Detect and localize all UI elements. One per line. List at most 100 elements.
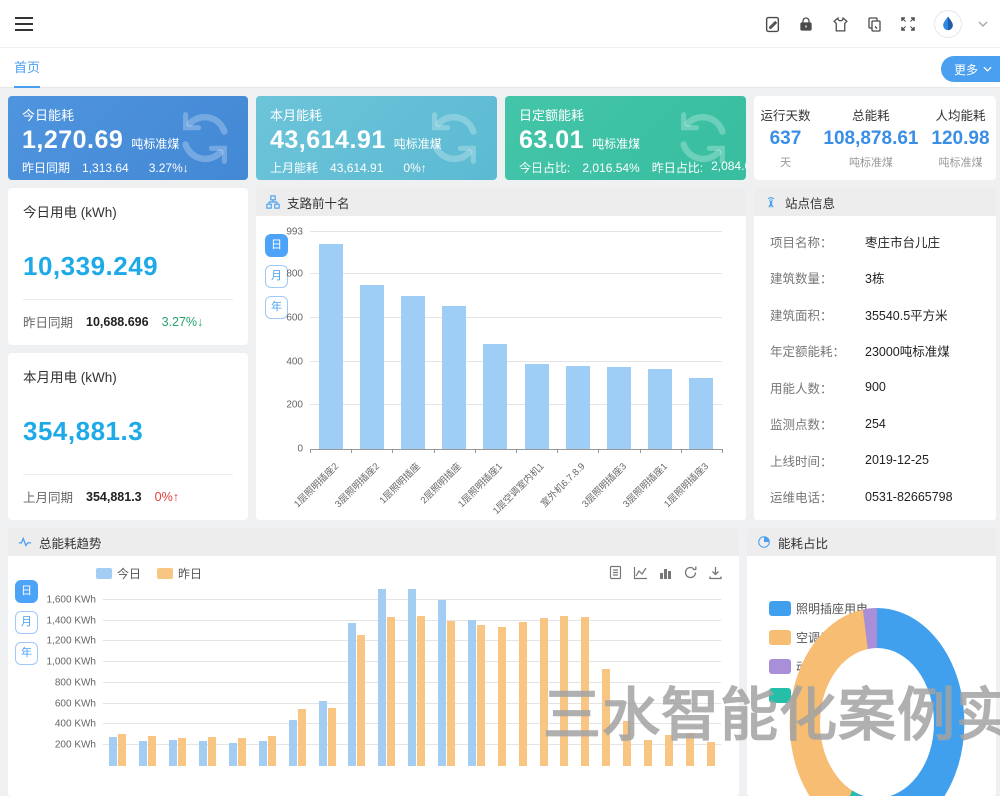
hour-group <box>289 579 306 766</box>
branch-bar[interactable] <box>319 244 343 449</box>
line-chart-icon[interactable] <box>633 565 648 580</box>
hour-group <box>540 579 548 766</box>
hour-group <box>378 579 395 766</box>
hour-group <box>623 579 631 766</box>
branch-bar[interactable] <box>360 285 384 449</box>
hour-group <box>686 579 694 766</box>
trend-bar-today[interactable] <box>229 743 237 766</box>
trend-bar-yesterday[interactable] <box>328 708 336 766</box>
kpi-card-month-energy: 本月能耗 43,614.91 吨标准煤 上月能耗 43,614.91 0%↑ <box>256 96 497 180</box>
pulse-icon <box>18 535 32 549</box>
trend-bar-today[interactable] <box>408 589 416 766</box>
trend-bar-today[interactable] <box>199 741 207 766</box>
site-info-row: 建筑面积：35540.5平方米 <box>770 296 980 333</box>
tab-home[interactable]: 首页 <box>14 48 40 88</box>
period-button-日[interactable]: 日 <box>15 580 38 603</box>
branch-bar[interactable] <box>483 344 507 449</box>
kpi-value: 63.01 <box>519 126 584 155</box>
trend-bar-yesterday[interactable] <box>665 735 673 766</box>
trend-bar-yesterday[interactable] <box>208 737 216 766</box>
period-button-年[interactable]: 年 <box>15 642 38 665</box>
note-edit-icon[interactable] <box>764 15 782 33</box>
y-tick-label: 800 KWh <box>55 677 96 688</box>
y-tick-label: 600 KWh <box>55 698 96 709</box>
trend-bar-yesterday[interactable] <box>357 635 365 766</box>
y-tick-label: 600 <box>286 312 303 323</box>
water-drop-logo[interactable] <box>934 10 962 38</box>
menu-toggle-icon[interactable] <box>14 15 34 33</box>
axis-tick <box>722 449 723 453</box>
trend-bar-yesterday[interactable] <box>447 621 455 766</box>
period-button-年[interactable]: 年 <box>265 296 288 319</box>
trend-bar-yesterday[interactable] <box>644 740 652 766</box>
period-button-月[interactable]: 月 <box>265 265 288 288</box>
panel-title: 站点信息 <box>785 193 835 212</box>
trend-bar-today[interactable] <box>438 600 446 766</box>
trend-bar-yesterday[interactable] <box>417 616 425 766</box>
branch-bar-chart: 0200400600800993 <box>310 232 722 450</box>
hour-group <box>109 579 126 766</box>
compare-label: 上月同期 <box>23 487 73 506</box>
trend-bar-today[interactable] <box>139 741 147 766</box>
trend-bar-yesterday[interactable] <box>581 617 589 766</box>
trend-bar-yesterday[interactable] <box>498 627 506 766</box>
kpi-value: 1,270.69 <box>22 126 123 155</box>
site-info-panel: 站点信息 项目名称：枣庄市台儿庄建筑数量：3栋建筑面积：35540.5平方米年定… <box>754 188 996 520</box>
trend-bar-yesterday[interactable] <box>387 617 395 766</box>
branch-bar[interactable] <box>648 369 672 449</box>
trend-bar-yesterday[interactable] <box>623 721 631 766</box>
energy-share-panel: 能耗占比 照明插座用电空调用电动力用电特殊用电 <box>747 528 996 796</box>
hour-group <box>259 579 276 766</box>
trend-bar-today[interactable] <box>348 623 356 766</box>
trend-bar-yesterday[interactable] <box>560 616 568 766</box>
period-button-日[interactable]: 日 <box>265 234 288 257</box>
lock-icon[interactable] <box>798 15 816 33</box>
site-row-value: 254 <box>865 417 886 431</box>
trend-bar-today[interactable] <box>259 741 267 766</box>
trend-bar-today[interactable] <box>289 720 297 766</box>
trend-bar-today[interactable] <box>468 620 476 766</box>
compare-percent: 3.27%↓ <box>162 315 204 329</box>
trend-bar-yesterday[interactable] <box>602 669 610 766</box>
branch-bar[interactable] <box>607 367 631 449</box>
trend-bar-today[interactable] <box>169 740 177 766</box>
trend-bar-yesterday[interactable] <box>707 742 715 766</box>
more-button-label: 更多 <box>954 61 978 78</box>
period-button-月[interactable]: 月 <box>15 611 38 634</box>
trend-bar-today[interactable] <box>378 589 386 766</box>
trend-bar-yesterday[interactable] <box>686 733 694 766</box>
fullscreen-icon[interactable] <box>900 15 918 33</box>
usage-value: 354,881.3 <box>23 416 233 447</box>
panel-title: 支路前十名 <box>287 193 350 212</box>
legend-swatch <box>769 688 791 703</box>
branch-bar[interactable] <box>401 296 425 449</box>
trend-bar-yesterday[interactable] <box>477 625 485 766</box>
theme-shirt-icon[interactable] <box>832 15 850 33</box>
site-row-label: 建筑面积： <box>770 305 865 324</box>
branch-bar[interactable] <box>442 306 466 449</box>
branch-bar[interactable] <box>566 366 590 449</box>
summary-stats-panel: 运行天数 637 天 总能耗 108,878.61 吨标准煤 人均能耗 120.… <box>754 96 996 180</box>
trend-bar-yesterday[interactable] <box>298 709 306 766</box>
user-menu-chevron-icon[interactable] <box>978 21 988 27</box>
bar-chart-icon[interactable] <box>658 565 673 580</box>
y-tick-label: 0 <box>297 444 303 455</box>
top-bar <box>0 0 1000 48</box>
hour-group <box>229 579 246 766</box>
trend-bar-yesterday[interactable] <box>519 622 527 766</box>
copy-icon[interactable] <box>866 15 884 33</box>
trend-bar-yesterday[interactable] <box>540 618 548 766</box>
data-view-icon[interactable] <box>608 565 623 580</box>
more-button[interactable]: 更多 <box>941 56 1000 82</box>
branch-bar[interactable] <box>689 378 713 449</box>
trend-bar-yesterday[interactable] <box>238 738 246 766</box>
trend-bar-yesterday[interactable] <box>178 738 186 766</box>
refresh-icon[interactable] <box>683 565 698 580</box>
download-icon[interactable] <box>708 565 723 580</box>
trend-bar-today[interactable] <box>319 701 327 766</box>
branch-bar[interactable] <box>525 364 549 449</box>
trend-bar-yesterday[interactable] <box>268 736 276 766</box>
legend-swatch <box>769 659 791 674</box>
trend-bar-yesterday[interactable] <box>148 736 156 766</box>
trend-bar-today[interactable] <box>109 737 117 766</box>
